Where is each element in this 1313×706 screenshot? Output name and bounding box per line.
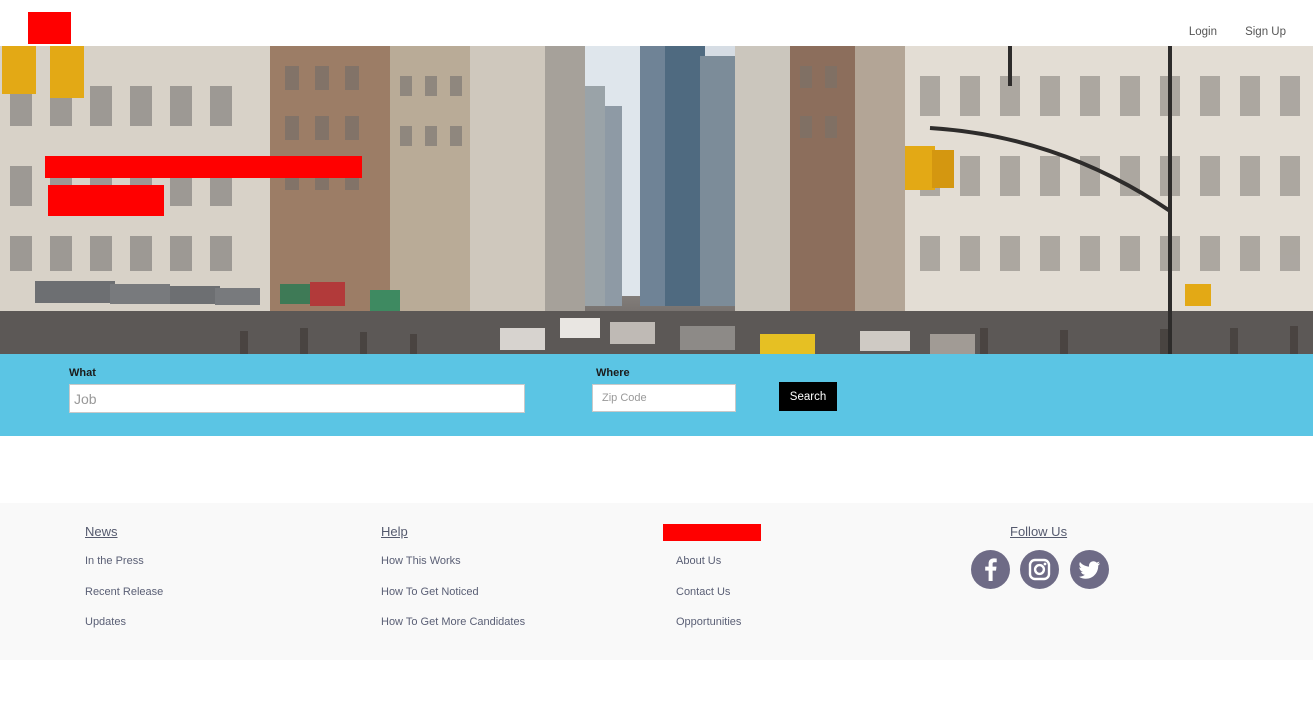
signup-link[interactable]: Sign Up <box>1245 26 1286 38</box>
footer-link-how-this-works[interactable]: How This Works <box>381 555 461 567</box>
twitter-icon[interactable] <box>1070 550 1109 589</box>
city-street-illustration <box>0 46 1313 354</box>
job-search-input[interactable] <box>69 384 525 413</box>
zip-code-input[interactable] <box>592 384 736 412</box>
footer-heading-redacted <box>663 524 761 541</box>
site-header: Login Sign Up <box>0 0 1313 46</box>
footer-link-opportunities[interactable]: Opportunities <box>676 616 741 628</box>
footer-link-how-to-get-noticed[interactable]: How To Get Noticed <box>381 586 479 598</box>
instagram-icon[interactable] <box>1020 550 1059 589</box>
what-label: What <box>69 367 96 379</box>
hero-subheadline-redacted <box>48 185 164 216</box>
footer-link-about-us[interactable]: About Us <box>676 555 721 567</box>
footer-link-in-the-press[interactable]: In the Press <box>85 555 144 567</box>
footer-heading-help[interactable]: Help <box>381 524 408 539</box>
login-link[interactable]: Login <box>1189 26 1217 38</box>
footer-link-how-to-get-more-candidates[interactable]: How To Get More Candidates <box>381 616 525 628</box>
site-footer: News In the Press Recent Release Updates… <box>0 503 1313 660</box>
search-panel: What Where Search <box>0 354 1313 436</box>
facebook-icon[interactable] <box>971 550 1010 589</box>
footer-heading-news[interactable]: News <box>85 524 118 539</box>
footer-link-contact-us[interactable]: Contact Us <box>676 586 730 598</box>
hero-headline-redacted <box>45 156 362 178</box>
hero-city-image <box>0 46 1313 354</box>
footer-link-recent-release[interactable]: Recent Release <box>85 586 163 598</box>
search-button[interactable]: Search <box>779 382 837 411</box>
logo-redacted[interactable] <box>28 12 71 44</box>
footer-link-updates[interactable]: Updates <box>85 616 126 628</box>
footer-heading-follow-us[interactable]: Follow Us <box>1010 524 1067 539</box>
where-label: Where <box>596 367 630 379</box>
